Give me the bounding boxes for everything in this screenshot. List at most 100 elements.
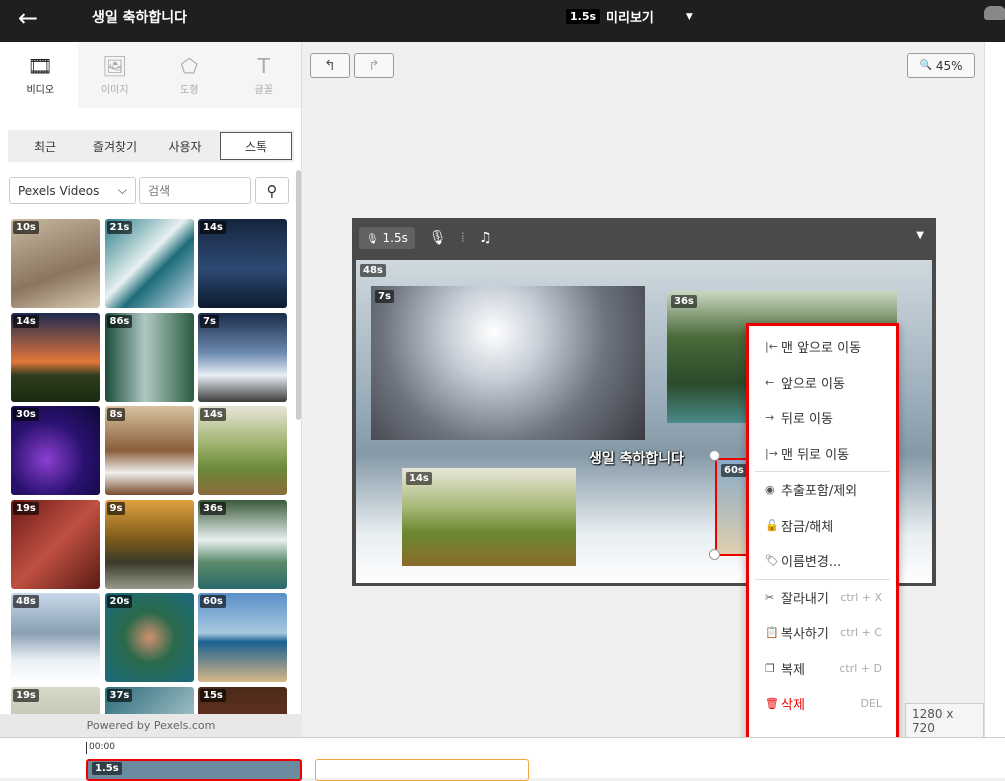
media-panel: 🎞 비디오 🖼 이미지 ⬠ 도형 T 글꼴 최근 즐겨찾기 사용자 스톡 Pex… bbox=[0, 42, 302, 737]
undo-button[interactable]: ↰ bbox=[310, 53, 350, 78]
menu-item-toggle-export[interactable]: ◉ 추출포함/제외 bbox=[749, 472, 896, 508]
clip-duration: 36s bbox=[671, 295, 697, 308]
voice-duration: 1.5s bbox=[382, 231, 408, 245]
redo-button[interactable]: ↱ bbox=[354, 53, 394, 78]
tab-favorites[interactable]: 즐겨찾기 bbox=[80, 132, 150, 160]
menu-item-cut[interactable]: ✂ 잘라내기 ctrl + X bbox=[749, 580, 896, 616]
duration-tag: 1.5s bbox=[566, 9, 601, 24]
menu-item-label: 이름변경... bbox=[781, 555, 842, 571]
thumbnail-duration: 48s bbox=[13, 595, 39, 608]
tab-image[interactable]: 🖼 이미지 bbox=[77, 42, 152, 108]
source-select[interactable]: Pexels Videos ⌵ bbox=[9, 177, 136, 204]
stage-toolbar: 🎙 1.5s 🎙 ⁞ ♫ ▼ bbox=[352, 218, 936, 258]
menu-item-shortcut: ctrl + X bbox=[840, 590, 882, 604]
tab-stock[interactable]: 스톡 bbox=[220, 132, 292, 160]
mic-icon[interactable]: 🎙 bbox=[429, 230, 447, 246]
menu-item-duplicate[interactable]: ❐ 복제 ctrl + D bbox=[749, 651, 896, 687]
panel-scrollbar[interactable] bbox=[296, 170, 301, 420]
thumbnail-duration: 60s bbox=[200, 595, 226, 608]
video-thumbnail[interactable]: 36s bbox=[198, 499, 287, 589]
chevron-down-icon: ⌵ bbox=[117, 183, 127, 197]
thumbnail-duration: 14s bbox=[200, 221, 226, 234]
thumbnail-duration: 20s bbox=[106, 595, 133, 608]
video-thumbnail[interactable]: 20s bbox=[104, 593, 194, 682]
background-clip-duration: 48s bbox=[360, 264, 386, 277]
thumbnail-duration: 30s bbox=[13, 408, 39, 421]
powered-by: Powered by Pexels.com bbox=[0, 714, 302, 737]
video-thumbnail[interactable]: 21s bbox=[104, 219, 194, 308]
search-input[interactable] bbox=[139, 177, 251, 204]
menu-item-copy[interactable]: 📋 복사하기 ctrl + C bbox=[749, 615, 896, 651]
layer-clip-cows[interactable]: 14s bbox=[402, 468, 576, 566]
video-thumbnail[interactable]: 14s bbox=[198, 219, 287, 308]
thumbnail-duration: 9s bbox=[106, 501, 126, 515]
search-icon: ⚲ bbox=[266, 181, 278, 200]
menu-item-label: 맨 뒤로 이동 bbox=[781, 447, 850, 463]
thumbnail-duration: 10s bbox=[13, 221, 39, 234]
voice-button[interactable]: 🎙 1.5s bbox=[359, 227, 415, 249]
waveform-icon[interactable]: ⁞ bbox=[461, 230, 465, 246]
source-select-value: Pexels Videos bbox=[18, 183, 100, 198]
menu-item-shortcut: ctrl + D bbox=[839, 661, 882, 675]
layer-clip-mountain[interactable]: 7s bbox=[371, 286, 645, 440]
menu-item-move-to-front[interactable]: |← 맨 앞으로 이동 bbox=[749, 329, 896, 365]
menu-item-shortcut: ctrl + C bbox=[840, 626, 882, 640]
chevron-down-icon[interactable]: ▼ bbox=[686, 12, 693, 22]
video-thumbnail[interactable]: 19s bbox=[11, 499, 100, 589]
menu-item-label: 앞으로 이동 bbox=[781, 376, 845, 392]
source-tabs: 최근 즐겨찾기 사용자 스톡 bbox=[8, 130, 294, 162]
thumbnail-duration: 37s bbox=[106, 688, 133, 702]
context-menu-list: |← 맨 앞으로 이동 ← 앞으로 이동 → 뒤로 이동 |→ 맨 뒤로 이동 ◉ 추출포함/제외… bbox=[749, 326, 896, 725]
resize-handle[interactable] bbox=[709, 450, 720, 461]
video-thumbnail[interactable]: 10s bbox=[11, 219, 100, 308]
back-arrow-icon[interactable]: ← bbox=[18, 6, 38, 30]
video-thumbnail[interactable]: 7s bbox=[198, 312, 287, 402]
film-icon: 🎞 bbox=[27, 53, 53, 78]
tab-shape[interactable]: ⬠ 도형 bbox=[152, 42, 227, 108]
tab-user[interactable]: 사용자 bbox=[150, 132, 220, 160]
video-thumbnail[interactable]: 14s bbox=[198, 406, 287, 495]
resize-handle[interactable] bbox=[709, 549, 720, 560]
caption-text[interactable]: 생일 축하합니다 bbox=[589, 448, 684, 468]
menu-item-move-backward[interactable]: → 뒤로 이동 bbox=[749, 400, 896, 436]
preview-label[interactable]: 미리보기 bbox=[606, 7, 654, 26]
video-thumbnail[interactable]: 30s bbox=[11, 406, 100, 495]
video-thumbnail[interactable]: 9s bbox=[104, 499, 194, 589]
chevron-down-icon[interactable]: ▼ bbox=[916, 230, 924, 241]
top-bar: ← 생일 축하합니다 1.5s 미리보기 ▼ bbox=[0, 0, 1005, 42]
menu-item-label: 추출포함/제외 bbox=[781, 484, 858, 500]
menu-item-move-forward[interactable]: ← 앞으로 이동 bbox=[749, 365, 896, 401]
time-marker: 00:00 bbox=[86, 742, 115, 754]
mic-icon: 🎙 bbox=[366, 234, 379, 245]
timeline: 00:00 1.5s bbox=[0, 737, 1005, 781]
tab-label: 글꼴 bbox=[254, 84, 273, 96]
video-thumbnail[interactable]: 48s bbox=[11, 593, 100, 682]
menu-item-delete[interactable]: 🗑 삭제 DEL bbox=[749, 686, 896, 722]
menu-item-lock-toggle[interactable]: 🔓 잠금/해체 bbox=[749, 508, 896, 544]
clip-duration: 1.5s bbox=[92, 762, 122, 775]
project-title[interactable]: 생일 축하합니다 bbox=[92, 7, 187, 27]
menu-item-move-to-back[interactable]: |→ 맨 뒤로 이동 bbox=[749, 436, 896, 472]
video-thumbnail[interactable]: 86s bbox=[104, 312, 194, 402]
properties-panel bbox=[984, 42, 1005, 737]
cloud-icon[interactable] bbox=[984, 6, 1005, 20]
preview-control[interactable]: 1.5s 미리보기 ▼ bbox=[566, 7, 693, 26]
tab-text[interactable]: T 글꼴 bbox=[226, 42, 301, 108]
tab-label: 비디오 bbox=[26, 84, 55, 96]
tab-video[interactable]: 🎞 비디오 bbox=[3, 42, 78, 108]
lock-toggle-icon: 🔓 bbox=[765, 518, 779, 532]
search-button[interactable]: ⚲ bbox=[255, 177, 289, 204]
magnifier-icon: 🔍 bbox=[919, 60, 932, 71]
menu-item-label: 잠금/해체 bbox=[781, 519, 834, 535]
music-icon[interactable]: ♫ bbox=[479, 230, 492, 246]
zoom-value: 45% bbox=[935, 58, 963, 73]
video-thumbnail[interactable]: 8s bbox=[104, 406, 194, 495]
tab-recent[interactable]: 최근 bbox=[10, 132, 80, 160]
menu-item-rename[interactable]: 🏷 이름변경... bbox=[749, 543, 896, 579]
video-thumbnail[interactable]: 60s bbox=[198, 593, 287, 682]
move-backward-icon: → bbox=[765, 411, 775, 425]
thumbnail-duration: 19s bbox=[13, 688, 39, 702]
zoom-button[interactable]: 🔍 45% bbox=[907, 53, 975, 78]
copy-icon: 📋 bbox=[765, 626, 779, 640]
video-thumbnail[interactable]: 14s bbox=[11, 312, 100, 402]
